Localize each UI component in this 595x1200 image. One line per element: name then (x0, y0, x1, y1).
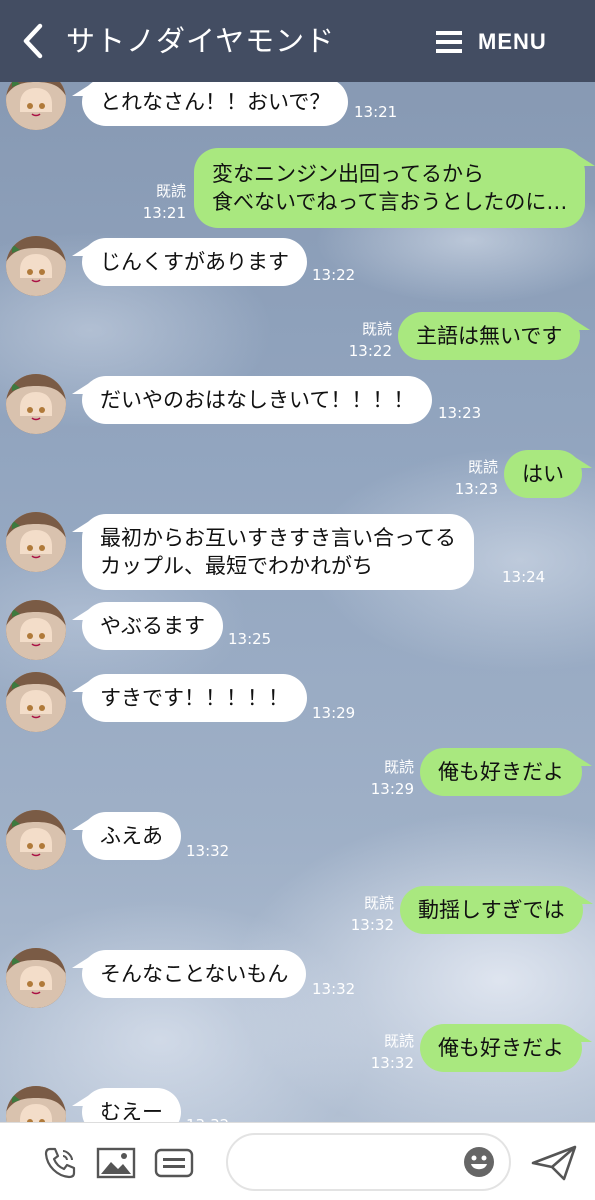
message-text: 俺も好きだよ (438, 760, 564, 784)
message-time: 13:24 (502, 568, 546, 586)
avatar[interactable] (6, 672, 66, 732)
menu-label: MENU (478, 29, 547, 54)
message-time: 13:32 (312, 980, 356, 998)
message-text: そんなことないもん (100, 962, 289, 986)
message-input-bar (0, 1122, 595, 1200)
keep-memo-icon (154, 1148, 194, 1178)
message-bubble-outgoing[interactable]: 俺も好きだよ (420, 748, 592, 796)
read-receipt: 既読 (467, 458, 498, 476)
message-bubble-incoming[interactable]: すきです！！！！！ (82, 674, 307, 722)
message-text: むえー (100, 1100, 163, 1124)
message-text: やぶるます (100, 614, 205, 638)
message-bubble-outgoing[interactable]: 俺も好きだよ (420, 1024, 592, 1072)
read-receipt: 既読 (383, 1032, 414, 1050)
message-bubble-incoming[interactable]: やぶるます (82, 602, 223, 650)
message-time: 13:32 (370, 1054, 414, 1072)
message-time: 13:23 (438, 404, 482, 422)
message-time: 13:23 (454, 480, 498, 498)
emoji-button[interactable] (463, 1146, 495, 1178)
message-text: だいやのおはなしきいて！！！！ (100, 388, 415, 412)
phone-call-icon (44, 1147, 76, 1179)
send-icon (531, 1145, 577, 1181)
message-text: 俺も好きだよ (438, 1036, 564, 1060)
avatar[interactable] (6, 810, 66, 870)
message-bubble-incoming[interactable]: とれなさん！！おいで？ (82, 78, 349, 126)
message-bubble-incoming[interactable]: ふえあ (82, 812, 181, 860)
send-button[interactable] (530, 1143, 578, 1183)
message-bubble-outgoing[interactable]: 動揺しすぎでは (400, 886, 593, 934)
message-bubble-incoming[interactable]: だいやのおはなしきいて！！！！ (82, 376, 433, 424)
message-bubble-outgoing[interactable]: 主語は無いです (398, 312, 591, 360)
message-time: 13:29 (370, 780, 414, 798)
read-receipt: 既読 (155, 182, 186, 200)
message-bubble-incoming[interactable]: そんなことないもん (82, 950, 307, 998)
call-button[interactable] (42, 1145, 78, 1181)
message-text: じんくすがあります (100, 250, 289, 274)
message-text: はい (522, 462, 564, 486)
hamburger-menu-icon (436, 31, 462, 53)
back-button[interactable] (16, 22, 50, 60)
message-line: 食べないでねって言おうとしたのに… (212, 190, 568, 214)
image-button[interactable] (96, 1145, 136, 1181)
menu-button[interactable]: MENU (436, 26, 547, 58)
message-time: 13:21 (142, 204, 186, 222)
avatar[interactable] (6, 236, 66, 296)
read-receipt: 既読 (361, 320, 392, 338)
chat-header: サトノダイヤモンド MENU (0, 0, 595, 82)
message-time: 13:32 (186, 842, 230, 860)
message-time: 13:29 (312, 704, 356, 722)
message-text: とれなさん！！おいで？ (100, 90, 331, 114)
message-time: 13:21 (354, 103, 398, 121)
message-line: カップル、最短でわかれがち (100, 554, 373, 578)
message-text: 動揺しすぎでは (418, 898, 565, 922)
message-text: すきです！！！！！ (100, 686, 289, 710)
message-time: 13:22 (312, 266, 356, 284)
message-time: 13:22 (348, 342, 392, 360)
keep-memo-button[interactable] (154, 1145, 194, 1181)
message-line: 最初からお互いすきすき言い合ってる (100, 526, 456, 550)
emoji-icon (464, 1147, 494, 1177)
message-text: ふえあ (100, 824, 163, 848)
avatar[interactable] (6, 600, 66, 660)
message-bubble-outgoing[interactable]: はい (504, 450, 592, 498)
avatar[interactable] (6, 374, 66, 434)
read-receipt: 既読 (363, 894, 394, 912)
back-arrow-icon (23, 23, 43, 59)
avatar[interactable] (6, 512, 66, 572)
message-bubble-outgoing[interactable]: 変なニンジン出回ってるから 食べないでねって言おうとしたのに… (194, 148, 595, 228)
message-bubble-incoming[interactable]: じんくすがあります (82, 238, 307, 286)
message-time: 13:25 (228, 630, 272, 648)
message-text: 主語は無いです (416, 324, 563, 348)
read-receipt: 既読 (383, 758, 414, 776)
image-icon (96, 1147, 136, 1179)
message-bubble-incoming[interactable]: 最初からお互いすきすき言い合ってる カップル、最短でわかれがち (82, 514, 474, 590)
message-line: 変なニンジン出回ってるから (212, 162, 484, 186)
message-time: 13:32 (350, 916, 394, 934)
avatar[interactable] (6, 948, 66, 1008)
chat-title: サトノダイヤモンド (66, 24, 336, 58)
